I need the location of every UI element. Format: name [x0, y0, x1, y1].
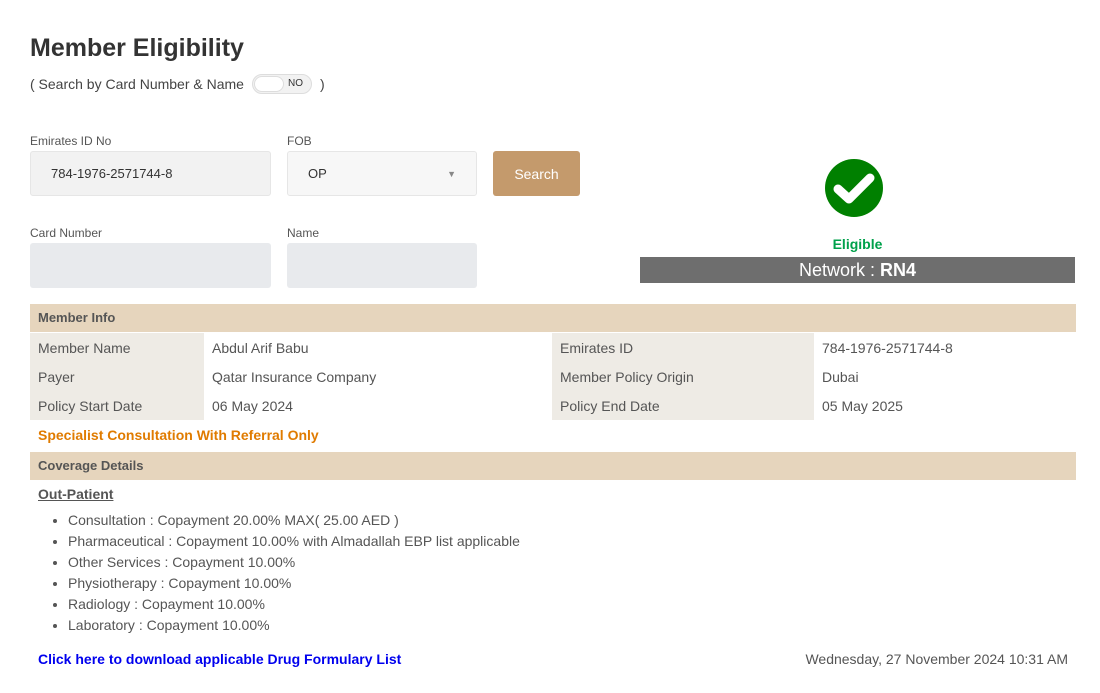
referral-note: Specialist Consultation With Referral On… — [38, 427, 319, 443]
check-circle-icon — [825, 159, 883, 217]
list-item: Physiotherapy : Copayment 10.00% — [68, 573, 520, 594]
policy-end-label: Policy End Date — [552, 391, 814, 420]
member-name-value: Abdul Arif Babu — [212, 339, 309, 356]
list-item: Other Services : Copayment 10.00% — [68, 552, 520, 573]
fob-selected: OP — [308, 166, 327, 181]
chevron-down-icon: ▼ — [447, 168, 456, 179]
current-datetime: Wednesday, 27 November 2024 10:31 AM — [805, 651, 1068, 667]
payer-value: Qatar Insurance Company — [212, 368, 377, 385]
emirates-id-input[interactable]: 784-1976-2571744-8 — [30, 151, 271, 196]
member-info-table: Member Name Abdul Arif Babu Emirates ID … — [30, 333, 1076, 420]
list-item: Pharmaceutical : Copayment 10.00% with A… — [68, 531, 520, 552]
search-button[interactable]: Search — [493, 151, 580, 196]
page-title: Member Eligibility — [30, 34, 244, 62]
coverage-list: Consultation : Copayment 20.00% MAX( 25.… — [68, 510, 520, 636]
search-by-card-toggle[interactable]: NO — [251, 74, 312, 94]
member-name-label: Member Name — [30, 333, 204, 362]
table-row: Policy Start Date 06 May 2024 Policy End… — [30, 391, 1076, 420]
download-formulary-link[interactable]: Click here to download applicable Drug F… — [38, 651, 401, 667]
emirates-id-label: Emirates ID No — [30, 134, 112, 148]
list-item: Radiology : Copayment 10.00% — [68, 594, 520, 615]
name-label: Name — [287, 226, 320, 240]
card-number-input[interactable] — [30, 243, 271, 288]
emirates-id-info-value: 784-1976-2571744-8 — [822, 339, 953, 356]
network-value: RN4 — [880, 260, 917, 280]
out-patient-heading: Out-Patient — [38, 486, 114, 502]
table-row: Member Name Abdul Arif Babu Emirates ID … — [30, 333, 1076, 362]
eligibility-status: Eligible — [832, 236, 883, 252]
fob-label: FOB — [287, 134, 312, 148]
fob-select[interactable]: OP ▼ — [287, 151, 477, 196]
policy-start-label: Policy Start Date — [30, 391, 204, 420]
card-number-label: Card Number — [30, 226, 103, 240]
policy-origin-value: Dubai — [822, 368, 859, 385]
emirates-id-info-label: Emirates ID — [552, 333, 814, 362]
toggle-label: ( Search by Card Number & Name — [30, 76, 244, 92]
member-info-header: Member Info — [30, 304, 1076, 332]
name-input[interactable] — [287, 243, 477, 288]
policy-origin-label: Member Policy Origin — [552, 362, 814, 391]
payer-label: Payer — [30, 362, 204, 391]
search-mode-toggle-row: ( Search by Card Number & Name NO ) — [30, 74, 325, 94]
toggle-state: NO — [287, 78, 303, 89]
network-label: Network : — [798, 260, 880, 280]
network-banner: Network : RN4 — [640, 257, 1075, 283]
table-row: Payer Qatar Insurance Company Member Pol… — [30, 362, 1076, 391]
toggle-suffix: ) — [319, 76, 325, 92]
policy-end-value: 05 May 2025 — [822, 397, 903, 414]
list-item: Consultation : Copayment 20.00% MAX( 25.… — [68, 510, 520, 531]
coverage-details-header: Coverage Details — [30, 452, 1076, 480]
list-item: Laboratory : Copayment 10.00% — [68, 615, 520, 636]
policy-start-value: 06 May 2024 — [212, 397, 293, 414]
